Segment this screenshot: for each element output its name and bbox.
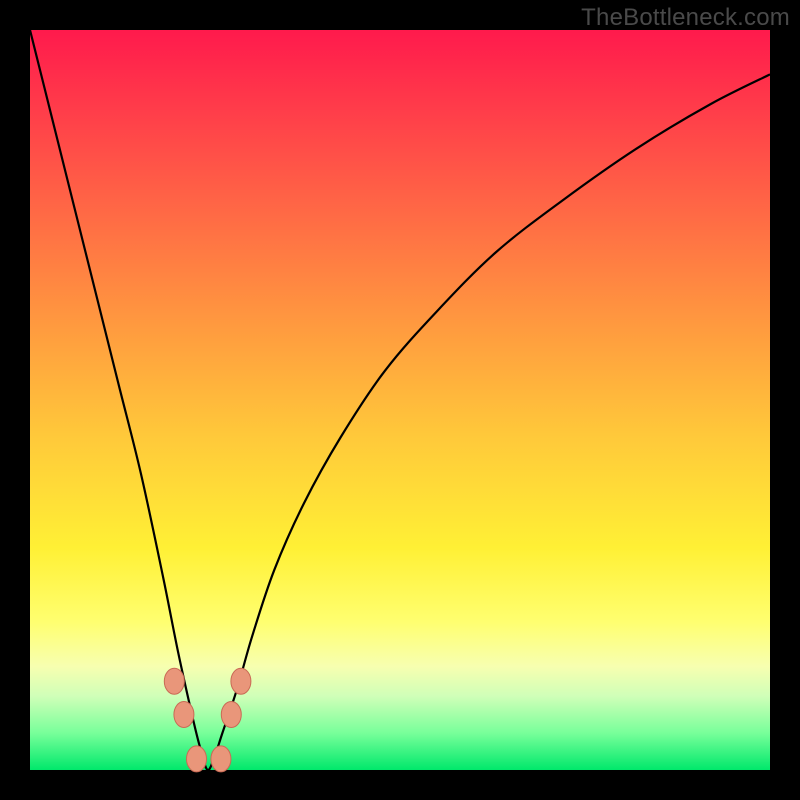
trough-marker — [174, 702, 194, 728]
trough-markers-group — [164, 668, 251, 772]
trough-marker — [211, 746, 231, 772]
trough-marker — [221, 702, 241, 728]
trough-marker — [164, 668, 184, 694]
watermark-text: TheBottleneck.com — [581, 4, 790, 32]
plot-area — [30, 30, 770, 770]
chart-stage: TheBottleneck.com — [0, 0, 800, 800]
bottleneck-curve — [30, 30, 770, 770]
trough-marker — [187, 746, 207, 772]
curve-svg — [30, 30, 770, 770]
trough-marker — [231, 668, 251, 694]
